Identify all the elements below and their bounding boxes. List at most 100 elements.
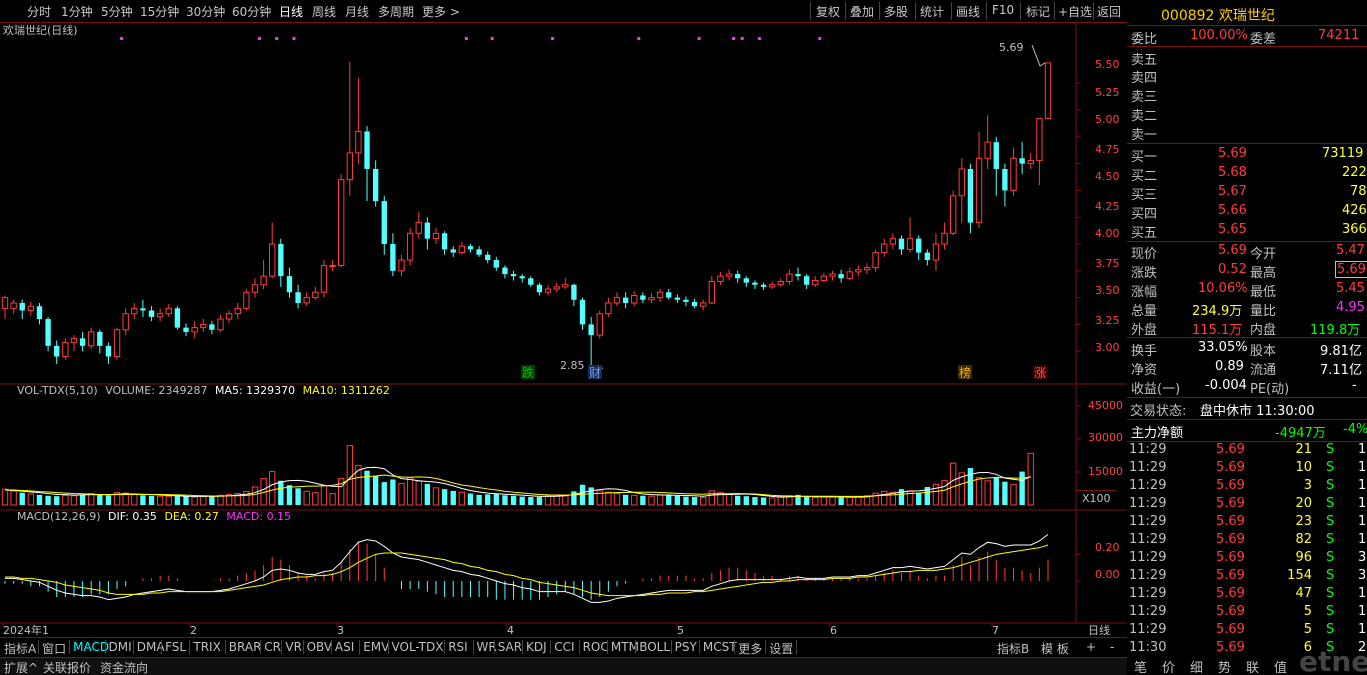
indicator-right-tab-2[interactable]: + [1086, 640, 1096, 654]
kline-chart[interactable]: 欢瑞世纪(日线) VOL-TDX(5,10) VOLUME: 2349287 M… [0, 23, 1127, 635]
indicator-tab-3[interactable]: DMI [109, 640, 132, 654]
volume-bar [752, 497, 758, 505]
tab-divider [161, 640, 163, 654]
add-watchlist-button[interactable]: +自选 [1058, 3, 1092, 20]
indicator-tab-17[interactable]: KDJ [526, 640, 547, 654]
volume-bar [605, 491, 612, 506]
indicator-tab-21[interactable]: BOLL [639, 640, 670, 654]
back-button[interactable]: 返回 [1097, 3, 1121, 20]
indicator-tab-24[interactable]: 更多 [738, 640, 762, 657]
toolbar-divider [810, 2, 811, 20]
volume-bar [674, 495, 681, 505]
indicator-tab-16[interactable]: SAR [498, 640, 522, 654]
candle-body [209, 324, 215, 330]
stat-label: 股本 [1250, 344, 1277, 359]
quote-tab-3[interactable]: 势 [1218, 657, 1231, 675]
period-tab-1min[interactable]: 1分钟 [61, 3, 93, 20]
period-tab-60min[interactable]: 60分钟 [232, 3, 271, 20]
period-tab-monthly[interactable]: 月线 [345, 3, 369, 20]
indicator-tab-10[interactable]: OBV [307, 640, 333, 654]
stat-value: -0.004 [1205, 378, 1247, 393]
draw-line-button[interactable]: 画线 [956, 3, 980, 20]
period-tab-fenshi[interactable]: 分时 [27, 3, 51, 20]
tick-price: 5.69 [1216, 568, 1245, 583]
tick-vol: 47 [1295, 586, 1312, 601]
candle-body [364, 131, 370, 169]
tick-time: 11:29 [1129, 532, 1167, 547]
volume-bar [251, 486, 259, 506]
tab-divider [104, 640, 106, 654]
period-tab-15min[interactable]: 15分钟 [140, 3, 179, 20]
candle-body [165, 307, 172, 315]
indicator-right-tab-3[interactable]: - [1110, 640, 1114, 654]
macd-tick: 0.20 [1095, 541, 1120, 554]
f10-button[interactable]: F10 [992, 3, 1014, 17]
period-tab-daily[interactable]: 日线 [279, 3, 303, 20]
stat-label: 涨跌 [1131, 266, 1158, 281]
period-tab-weekly[interactable]: 周线 [312, 3, 336, 20]
period-tab-5min[interactable]: 5分钟 [101, 3, 133, 20]
bottom-tab-0[interactable]: 扩展^ [4, 659, 38, 675]
indicator-tab-5[interactable]: FSL [165, 640, 186, 654]
candle-body [338, 179, 345, 266]
bottom-tab-1[interactable]: 关联报价 [43, 659, 91, 675]
indicator-right-tab-1[interactable]: 模 板 [1041, 640, 1069, 657]
price-tick: 3.25 [1095, 314, 1120, 327]
indicator-tab-22[interactable]: PSY [675, 640, 697, 654]
indicator-tab-19[interactable]: ROC [583, 640, 609, 654]
indicator-tab-6[interactable]: TRIX [193, 640, 220, 654]
period-tab-30min[interactable]: 30分钟 [186, 3, 225, 20]
tick-time: 11:29 [1129, 586, 1167, 601]
tick-vol: 21 [1295, 442, 1312, 457]
tick-n: 1 [1358, 604, 1367, 619]
volume-indicator-name: VOL-TDX(5,10) [17, 384, 98, 397]
indicator-tab-1[interactable]: 窗口 [42, 640, 66, 657]
buy-level-volume: 426 [1342, 203, 1367, 218]
quote-tab-4[interactable]: 联 [1246, 657, 1259, 675]
candle-body [872, 252, 879, 269]
fuquan-button[interactable]: 复权 [816, 3, 840, 20]
volume-bar [54, 496, 60, 505]
stat-label: 今开 [1250, 247, 1277, 262]
candle-body [10, 302, 17, 309]
main-flow-pct: -4% [1343, 422, 1367, 437]
indicator-tab-18[interactable]: CCI [554, 640, 574, 654]
tick-time: 11:29 [1129, 604, 1167, 619]
tick-time: 11:29 [1129, 460, 1167, 475]
indicator-tab-23[interactable]: MCST [703, 640, 737, 654]
volume-bar [148, 495, 155, 505]
indicator-right-tab-0[interactable]: 指标B [997, 640, 1029, 657]
indicator-tab-7[interactable]: BRAR [229, 640, 262, 654]
indicator-tab-12[interactable]: EMV [363, 640, 389, 654]
quote-tab-5[interactable]: 值 [1274, 657, 1287, 675]
indicator-tab-25[interactable]: 设置 [769, 640, 793, 657]
multi-stock-button[interactable]: 多股 [884, 3, 908, 20]
indicator-tab-9[interactable]: VR [285, 640, 302, 654]
quote-tab-1[interactable]: 价 [1162, 657, 1175, 675]
quote-tab-2[interactable]: 细 [1190, 657, 1203, 675]
indicator-tab-13[interactable]: VOL-TDX [392, 640, 444, 654]
bottom-tab-2[interactable]: 资金流向 [100, 659, 148, 675]
overlay-button[interactable]: 叠加 [850, 3, 874, 20]
candle-body [381, 201, 387, 245]
divider [1127, 46, 1367, 47]
period-tab-multi[interactable]: 多周期 [378, 3, 414, 20]
volume-bar [829, 496, 836, 506]
volume-bar [889, 491, 897, 506]
volume-bar [1002, 481, 1008, 505]
mark-button[interactable]: 标记 [1026, 3, 1050, 20]
volume-bar [1019, 471, 1025, 505]
indicator-tab-0[interactable]: 指标A [4, 640, 36, 657]
quote-tab-0[interactable]: 笔 [1134, 657, 1147, 675]
indicator-tab-14[interactable]: RSI [448, 640, 468, 654]
tick-vol: 10 [1295, 460, 1312, 475]
period-tab-more[interactable]: 更多 > [422, 3, 460, 20]
volume-bar [872, 492, 879, 506]
indicator-tab-8[interactable]: CR [264, 640, 281, 654]
volume-bar [691, 497, 698, 505]
indicator-tab-11[interactable]: ASI [335, 640, 354, 654]
tick-price: 5.69 [1216, 514, 1245, 529]
statistics-button[interactable]: 统计 [920, 3, 944, 20]
macd-indicator-name: MACD(12,26,9) [17, 510, 101, 523]
stat-value: 5.47 [1336, 243, 1365, 258]
